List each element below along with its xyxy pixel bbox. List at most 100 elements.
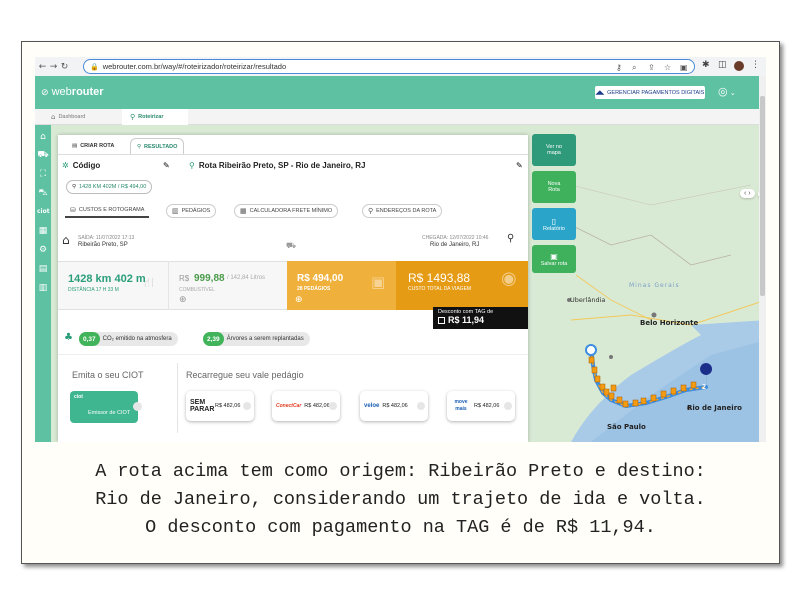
key-icon[interactable]: ⚷ bbox=[616, 63, 622, 72]
section-divider bbox=[58, 354, 528, 355]
arrival-pin-icon: ⚲ bbox=[507, 233, 515, 244]
browser-toolbar: ← → ↻ 🔒 webrouter.com.br/way/#/roteiriza… bbox=[35, 57, 766, 76]
extension-icon[interactable]: ▣ bbox=[680, 63, 688, 72]
share-icon[interactable]: ⇪ bbox=[648, 63, 655, 72]
reload-icon[interactable]: ↻ bbox=[59, 62, 70, 72]
tab-dashboard-label: Dashboard bbox=[58, 114, 86, 120]
trees-value: 2,39 bbox=[203, 332, 224, 346]
puzzle-icon[interactable]: ✱ bbox=[702, 60, 710, 70]
money-hand-icon: ◉ bbox=[501, 268, 517, 289]
app-tabs: ⌂ Dashboard ⚲ Roteirizar bbox=[35, 109, 766, 125]
subtab-addresses-label: ENDEREÇOS DA ROTA bbox=[376, 208, 437, 214]
forward-icon[interactable]: → bbox=[48, 62, 59, 72]
conectcar-select-dot[interactable] bbox=[329, 402, 337, 410]
voucher-card-conectcar[interactable]: ConectCar R$ 482,06 bbox=[272, 391, 340, 421]
trees-icon: ♣ bbox=[64, 332, 73, 343]
tab-create-route[interactable]: ▤ CRIAR ROTA bbox=[66, 138, 120, 154]
tab-result-label: RESULTADO bbox=[144, 143, 178, 150]
reports-button[interactable]: ▯ Relatório bbox=[532, 208, 576, 240]
zoom-icon[interactable]: ⌕ bbox=[632, 63, 636, 73]
voucher-card-move-mais[interactable]: move mais R$ 482,06 bbox=[447, 391, 515, 421]
ciot-select-dot[interactable] bbox=[133, 402, 142, 411]
map-label-rio-de-janeiro: Rio de Janeiro bbox=[687, 404, 742, 412]
edit-route-icon[interactable]: ✎ bbox=[516, 161, 523, 170]
app-logo[interactable]: ⊘ webrouter bbox=[41, 86, 104, 98]
sidebar-ciot-icon[interactable]: ciot bbox=[37, 206, 50, 218]
user-icon: ◎ bbox=[718, 85, 728, 98]
total-label: CUSTO TOTAL DA VIAGEM bbox=[408, 286, 472, 292]
fuel-currency: R$ bbox=[179, 274, 190, 283]
veloe-select-dot[interactable] bbox=[417, 402, 425, 410]
sidebar-truck-icon[interactable]: ⛟ bbox=[37, 149, 49, 161]
back-icon[interactable]: ← bbox=[37, 62, 48, 72]
co2-badge: 0,37 CO₂ emitido na atmosfera bbox=[79, 332, 178, 346]
tab-roteirizar[interactable]: ⚲ Roteirizar bbox=[122, 109, 188, 125]
sidebar-settings-icon[interactable]: ⚙ bbox=[37, 244, 49, 256]
toll-add-icon[interactable]: ⊕ bbox=[295, 295, 303, 305]
move-mais-select-dot[interactable] bbox=[504, 402, 512, 410]
tab-dashboard[interactable]: ⌂ Dashboard bbox=[43, 109, 93, 125]
sidebar-document-icon[interactable]: ▤ bbox=[37, 263, 49, 275]
subtab-freight-calculator[interactable]: ▦ CALCULADORA FRETE MÍNIMO bbox=[234, 204, 339, 218]
map-label-belo-horizonte: Belo Horizonte bbox=[640, 319, 699, 327]
sidebar-calculator-icon[interactable]: ▦ bbox=[37, 225, 49, 237]
code-row: ✲ Código bbox=[62, 161, 100, 170]
profile-avatar[interactable] bbox=[734, 61, 744, 71]
scrollbar-thumb[interactable] bbox=[760, 96, 765, 296]
tolls-icon: ▥ bbox=[172, 207, 179, 215]
map-nav-arrows[interactable]: ‹ › bbox=[740, 189, 755, 198]
tab-result[interactable]: ⚲ RESULTADO bbox=[130, 138, 185, 154]
trees-label: Árvores a serem replantadas bbox=[226, 336, 304, 342]
subtab-freight-label: CALCULADORA FRETE MÍNIMO bbox=[249, 208, 333, 214]
fuel-add-icon[interactable]: ⊕ bbox=[179, 295, 187, 305]
edit-code-icon[interactable]: ✎ bbox=[163, 161, 170, 170]
toll-card: R$ 494,00 28 PEDÁGIOS ▣ ⊕ bbox=[287, 261, 396, 310]
logo-light-text: web bbox=[51, 86, 72, 98]
pdf-icon: ▯ bbox=[551, 216, 557, 226]
tag-discount-checkbox[interactable] bbox=[438, 316, 445, 324]
sidebar-vehicle-icon[interactable]: ⛍ bbox=[37, 187, 49, 199]
subtab-costs[interactable]: ⛁ CUSTOS E ROTOGRAMA bbox=[65, 204, 150, 218]
tab-create-route-label: CRIAR ROTA bbox=[80, 143, 115, 149]
subtab-tolls[interactable]: ▥ PEDÁGIOS bbox=[166, 204, 217, 218]
start-marker bbox=[585, 344, 597, 356]
costs-icon: ⛁ bbox=[70, 206, 76, 214]
fuel-value: 999,88 bbox=[194, 273, 225, 284]
conectcar-value: R$ 482,06 bbox=[304, 403, 330, 409]
browser-menu-icon[interactable]: ⋮ bbox=[751, 60, 760, 70]
save-route-button[interactable]: ▣ Salvar rota bbox=[532, 245, 576, 273]
map-label-sao-paulo: São Paulo bbox=[607, 423, 646, 431]
subtab-addresses[interactable]: ⚲ ENDEREÇOS DA ROTA bbox=[362, 204, 443, 218]
arrival-label: CHEGADA: 12/07/2022 10:46 bbox=[422, 235, 489, 241]
new-route-button[interactable]: Nova Rota bbox=[532, 171, 576, 203]
page-scrollbar[interactable] bbox=[759, 76, 766, 442]
fuel-card: R$ 999,88 / 142,84 Litros COMBUSTÍVEL ⊕ bbox=[168, 261, 287, 310]
sem-parar-select-dot[interactable] bbox=[243, 402, 251, 410]
reports-label: Relatório bbox=[542, 225, 565, 232]
tag-discount-value: R$ 11,94 bbox=[448, 315, 485, 325]
app-header: ⊘ webrouter ◢◣ GERENCIAR PAGAMENTOS DIGI… bbox=[35, 76, 766, 109]
sidebar-home-icon[interactable]: ⌂ bbox=[37, 131, 49, 143]
voucher-card-sem-parar[interactable]: SEM PARAR R$ 482,06 bbox=[186, 391, 254, 421]
fuel-liters: / 142,84 Litros bbox=[227, 275, 266, 281]
road-icon: ⛙ bbox=[144, 275, 154, 291]
caption-line-2: Rio de Janeiro, considerando um trajeto … bbox=[95, 489, 706, 510]
ciot-issuer-card[interactable]: ciot Emissor de CIOT bbox=[70, 391, 142, 423]
code-icon: ✲ bbox=[62, 161, 69, 170]
voucher-card-veloe[interactable]: veloe R$ 482,06 bbox=[360, 391, 428, 421]
co2-label: CO₂ emitido na atmosfera bbox=[102, 336, 172, 342]
user-menu[interactable]: ◎ ⌄ bbox=[718, 85, 736, 98]
ciot-card-label: Emissor de CIOT bbox=[88, 410, 131, 416]
manage-payments-label: GERENCIAR PAGAMENTOS DIGITAIS bbox=[607, 89, 705, 96]
trees-badge: 2,39 Árvores a serem replantadas bbox=[203, 332, 310, 346]
sidebar-toggle-icon[interactable]: ◫ bbox=[718, 60, 727, 70]
address-bar[interactable]: 🔒 webrouter.com.br/way/#/roteirizador/ro… bbox=[83, 59, 695, 74]
route-pin-icon: ⚲ bbox=[130, 113, 136, 121]
total-cost-card: R$ 1493,88 CUSTO TOTAL DA VIAGEM ◉ bbox=[396, 261, 528, 310]
view-map-button[interactable]: Ver no mapa bbox=[532, 134, 576, 166]
bookmark-star-icon[interactable]: ☆ bbox=[664, 63, 671, 72]
sidebar-report-icon[interactable]: ▥ bbox=[37, 282, 49, 294]
save-route-label: Salvar rota bbox=[540, 260, 568, 267]
manage-payments-button[interactable]: ◢◣ GERENCIAR PAGAMENTOS DIGITAIS bbox=[595, 86, 705, 99]
sidebar-map-icon[interactable]: ⛶ bbox=[37, 168, 49, 180]
